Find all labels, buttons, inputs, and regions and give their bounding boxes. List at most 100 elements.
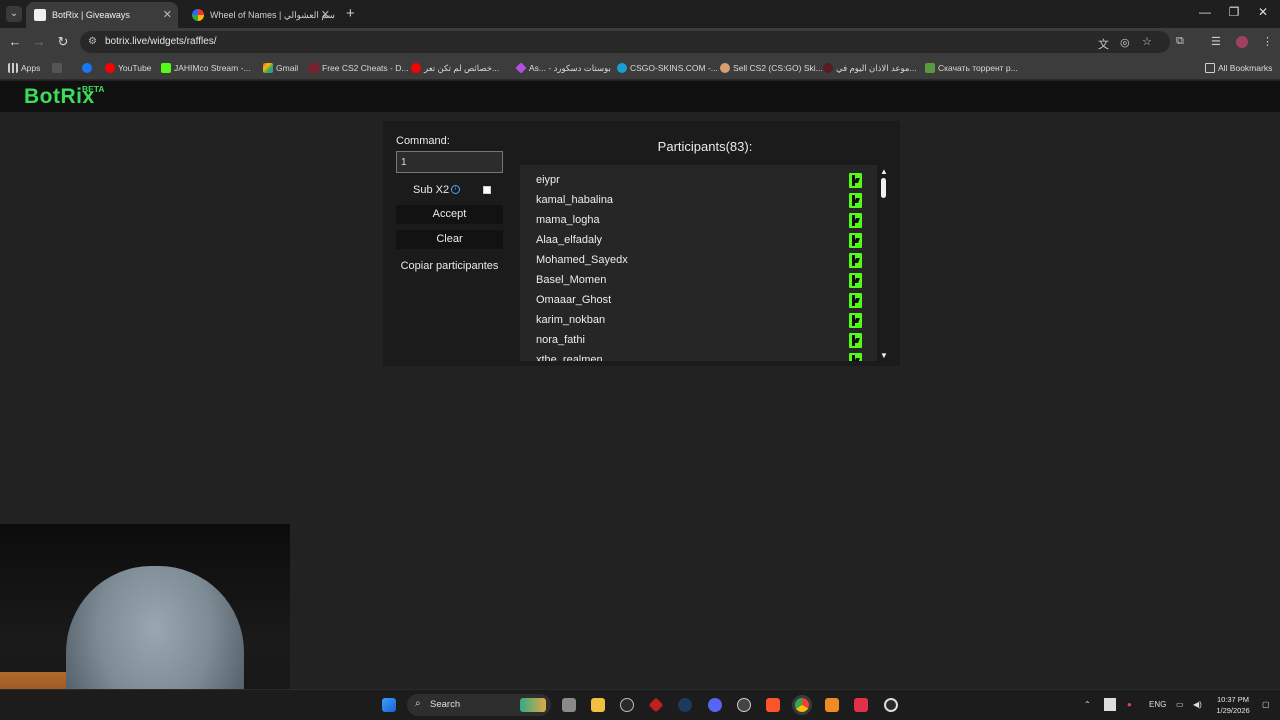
- tab-title: Wheel of Names | ﺳﻢ اﻟﻌﺸﻮاﻟﻲ: [210, 10, 335, 20]
- tab-search-menu-icon[interactable]: ⌄: [6, 6, 22, 22]
- bookmark-apps[interactable]: Apps: [8, 56, 40, 80]
- app-icon[interactable]: [737, 698, 751, 712]
- eye-off-icon[interactable]: ◎: [1120, 36, 1130, 49]
- scroll-down-arrow-icon[interactable]: ▼: [880, 351, 888, 360]
- new-tab-icon[interactable]: +: [346, 5, 355, 22]
- app-red-icon[interactable]: [854, 698, 868, 712]
- vlc-icon[interactable]: [825, 698, 839, 712]
- windows-start-icon[interactable]: [382, 698, 396, 712]
- prayer-times-icon: [823, 63, 833, 73]
- scroll-up-arrow-icon[interactable]: ▲: [880, 167, 888, 176]
- kick-icon: [849, 273, 862, 288]
- kick-icon: [849, 253, 862, 268]
- back-arrow-icon[interactable]: ←: [7, 34, 23, 49]
- tray-app-icon[interactable]: [1104, 698, 1116, 711]
- close-tab-icon[interactable]: ✕: [321, 2, 330, 28]
- bookmark-grid[interactable]: [52, 56, 65, 80]
- list-item: karim_nokban: [520, 311, 877, 331]
- list-item: Mohamed_Sayedx: [520, 251, 877, 271]
- task-view-icon[interactable]: [562, 698, 576, 712]
- grid-icon: [52, 63, 62, 73]
- participant-name: xthe_realmen: [536, 354, 603, 361]
- bookmark-discord-posts[interactable]: As... - بوستات دسكورد: [515, 56, 611, 80]
- reload-icon[interactable]: ↻: [55, 34, 71, 50]
- bookmark-csgo-skins[interactable]: CSGO-SKINS.COM -...: [617, 56, 718, 80]
- translate-icon[interactable]: 文: [1098, 36, 1109, 52]
- close-tab-icon[interactable]: ✕: [163, 2, 172, 28]
- command-label: Command:: [396, 135, 450, 147]
- participant-name: Omaaar_Ghost: [536, 294, 612, 306]
- forward-arrow-icon[interactable]: →: [31, 34, 47, 49]
- discord-icon[interactable]: [708, 698, 722, 712]
- logitech-icon[interactable]: [620, 698, 634, 712]
- obs-icon[interactable]: [884, 698, 898, 712]
- file-explorer-icon[interactable]: [591, 698, 605, 712]
- participant-name: kamal_habalina: [536, 194, 614, 206]
- notifications-icon[interactable]: ▢: [1262, 690, 1270, 720]
- torrent-icon: [925, 63, 935, 73]
- info-icon[interactable]: i: [451, 185, 460, 194]
- steam-icon[interactable]: [678, 698, 692, 712]
- bookmark-star-icon[interactable]: ☆: [1142, 35, 1152, 48]
- bookmark-sell-cs2[interactable]: Sell CS2 (CS:GO) Ski...: [720, 56, 823, 80]
- list-item: Omaaar_Ghost: [520, 291, 877, 311]
- brave-icon[interactable]: [766, 698, 780, 712]
- extensions-icon[interactable]: ⧉: [1176, 35, 1184, 48]
- folder-icon: [1205, 63, 1215, 73]
- site-header: BotRix BETA: [0, 81, 1280, 112]
- bookmark-prayer-times[interactable]: موعد الاذان اليوم في...: [823, 56, 917, 80]
- bookmark-jahimco[interactable]: JAHIMco Stream -...: [161, 56, 251, 80]
- bookmark-arabic-1[interactable]: خصائص لم تكن تعر...: [411, 56, 499, 80]
- network-icon[interactable]: ▭: [1176, 690, 1184, 720]
- all-bookmarks[interactable]: All Bookmarks: [1205, 56, 1272, 80]
- menu-kebab-icon[interactable]: ⋮: [1262, 35, 1273, 48]
- gmail-icon: [263, 63, 273, 73]
- csgo-skins-icon: [617, 63, 627, 73]
- scroll-thumb[interactable]: [881, 178, 886, 198]
- media-controls-icon[interactable]: ☰: [1211, 35, 1221, 48]
- site-info-icon[interactable]: ⚙: [88, 36, 100, 48]
- tray-overflow-icon[interactable]: ⌃: [1084, 690, 1091, 720]
- search-label: Search: [430, 699, 461, 710]
- list-item: xthe_realmen: [520, 351, 877, 361]
- participants-scrollbar[interactable]: ▲ ▼: [878, 165, 890, 361]
- sub-x2-checkbox[interactable]: [483, 186, 491, 194]
- apps-grid-icon: [8, 63, 18, 73]
- clear-button[interactable]: Clear: [396, 230, 503, 249]
- game-launcher-icon[interactable]: [648, 697, 664, 713]
- beta-badge: BETA: [82, 84, 105, 94]
- clock-time: 10:37 PM: [1216, 695, 1250, 704]
- minimize-icon[interactable]: —: [1190, 5, 1220, 19]
- chrome-icon[interactable]: [795, 698, 809, 712]
- close-window-icon[interactable]: ✕: [1248, 5, 1278, 19]
- address-bar[interactable]: ⚙ botrix.live/widgets/raffles/ 文 ◎ ☆: [80, 31, 1170, 53]
- accept-button[interactable]: Accept: [396, 205, 503, 224]
- bookmark-gmail[interactable]: Gmail: [263, 56, 298, 80]
- bookmark-youtube[interactable]: YouTube: [105, 56, 151, 80]
- taskbar-search[interactable]: ⌕ Search: [407, 694, 551, 716]
- bookmark-torrent[interactable]: Скачать торрент р...: [925, 56, 1018, 80]
- cs2-cheats-icon: [309, 63, 319, 73]
- taskbar-clock[interactable]: 10:37 PM 1/29/2026: [1210, 694, 1256, 716]
- bookmark-facebook[interactable]: [82, 56, 95, 80]
- command-input[interactable]: [396, 151, 503, 173]
- tab-botrix-giveaways[interactable]: BotRix | Giveaways ✕: [26, 2, 178, 28]
- youtube-icon: [411, 63, 421, 73]
- windows-taskbar: ⌕ Search ⌃ ● ENG ▭ ◀) 10:37 PM 1/29/2026…: [0, 689, 1280, 720]
- kick-icon: [849, 353, 862, 361]
- copy-participants-button[interactable]: Copiar participantes: [396, 260, 503, 272]
- microphone-icon[interactable]: ●: [1127, 690, 1132, 720]
- browser-toolbar: ← → ↻ ⚙ botrix.live/widgets/raffles/ 文 ◎…: [0, 28, 1280, 56]
- participants-list[interactable]: eiypr kamal_habalina mama_logha Alaa_elf…: [520, 165, 877, 361]
- bookmark-cs2-cheats[interactable]: Free CS2 Cheats - D...: [309, 56, 408, 80]
- restore-icon[interactable]: ❐: [1219, 5, 1249, 19]
- volume-icon[interactable]: ◀): [1193, 690, 1202, 720]
- list-item: mama_logha: [520, 211, 877, 231]
- tab-wheel-of-names[interactable]: Wheel of Names | ﺳﻢ اﻟﻌﺸﻮاﻟﻲ ✕: [184, 2, 336, 28]
- kick-icon: [849, 293, 862, 308]
- profile-avatar-icon[interactable]: [1236, 36, 1248, 48]
- language-indicator[interactable]: ENG: [1149, 690, 1166, 720]
- participant-name: karim_nokban: [536, 314, 606, 326]
- participant-name: Basel_Momen: [536, 274, 607, 286]
- participant-name: eiypr: [536, 174, 560, 186]
